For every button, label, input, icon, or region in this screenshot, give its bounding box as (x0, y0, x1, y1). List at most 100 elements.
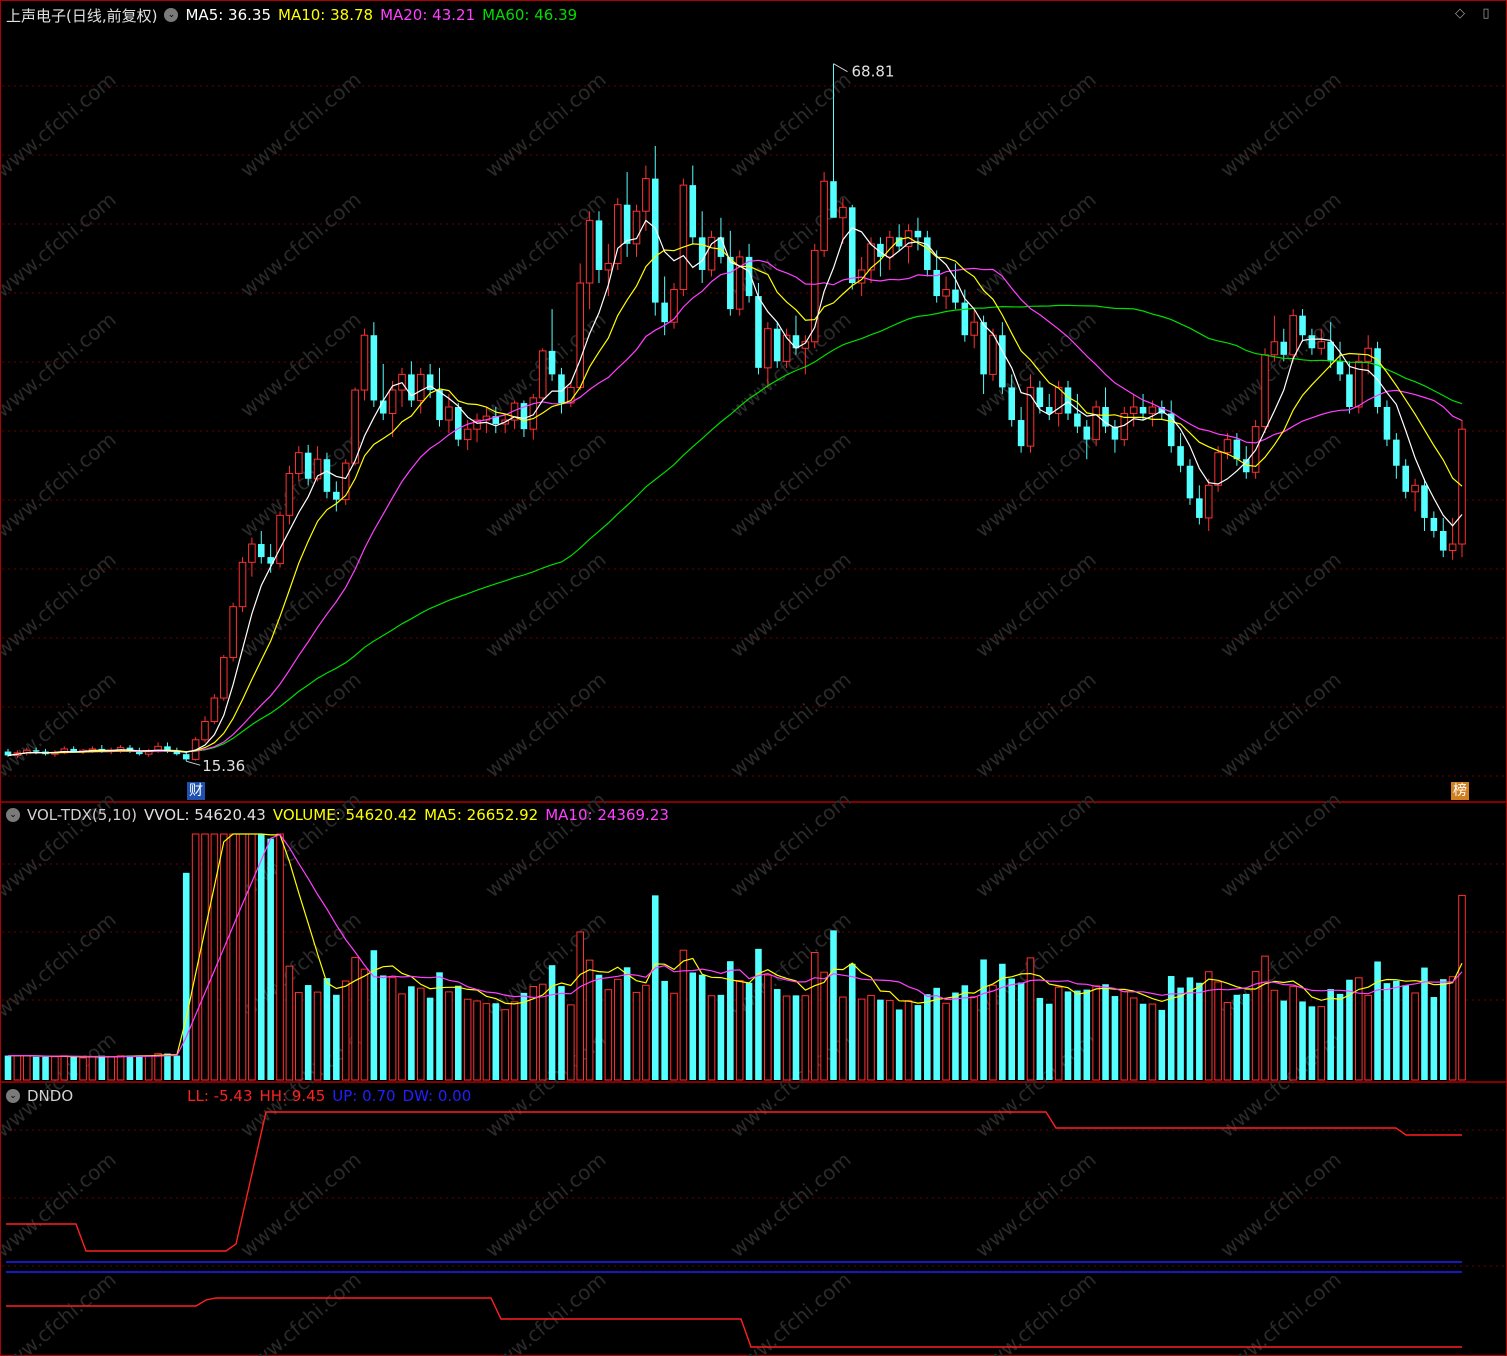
candle-body (595, 220, 603, 270)
candle (248, 537, 256, 577)
candle-body (323, 459, 331, 492)
volume-bar (463, 998, 472, 1081)
ma10-value: MA10: 38.78 (278, 6, 374, 24)
volume-bar (885, 999, 894, 1081)
maximize-icon[interactable]: ▯ (1478, 6, 1494, 22)
watermark-text: www.cfchi.com (725, 1147, 855, 1262)
candle-body (727, 256, 734, 310)
volume-bar (79, 1057, 87, 1081)
volume-bar (642, 984, 650, 1081)
candle (848, 204, 856, 290)
volume-settings-icon[interactable]: ⌄ (6, 808, 20, 822)
candle-body (538, 350, 547, 399)
volume-bar (229, 833, 237, 1081)
ranking-badge[interactable]: 榜 (1451, 782, 1469, 800)
vol-ma5-value: MA5: 26652.92 (424, 806, 539, 824)
candle-body (1036, 387, 1044, 407)
candle-body (1383, 407, 1391, 440)
candle (914, 217, 922, 251)
volume-bar (88, 1056, 97, 1081)
volume-bar (1214, 981, 1222, 1081)
candle (904, 224, 913, 264)
volume-bar (595, 974, 603, 1080)
chart-canvas[interactable]: www.cfchi.com www.cfchi.com www.cfchi.com w… (0, 0, 1507, 1356)
volume-bar (416, 987, 425, 1081)
volume-bar (567, 1004, 575, 1081)
vol-ma10-value: MA10: 24369.23 (545, 806, 669, 824)
candle (1261, 348, 1269, 434)
volume-bar (1008, 978, 1016, 1080)
watermark-text: www.cfchi.com (970, 187, 1100, 302)
candle-body (32, 750, 40, 752)
volume-bar (201, 833, 209, 1081)
candle-body (529, 397, 538, 430)
volume-bar (154, 1053, 162, 1081)
candle-body (1083, 426, 1091, 440)
candle-body (970, 321, 978, 336)
volume-bar (745, 982, 753, 1080)
volume-bar (295, 992, 303, 1081)
volume-bar (1402, 985, 1409, 1080)
volume-bar (1270, 989, 1279, 1081)
diamond-icon[interactable]: ◇ (1452, 6, 1468, 22)
candle-body (604, 262, 613, 271)
volume-bar (1336, 993, 1344, 1080)
candle-body (1196, 498, 1203, 518)
candle (604, 243, 613, 297)
volume-bar (408, 986, 415, 1080)
candle-body (1439, 530, 1447, 551)
candle-body (755, 296, 762, 368)
volume-bar (632, 991, 641, 1081)
volume-bar (782, 995, 791, 1081)
volume-bar (1054, 986, 1063, 1081)
settings-circle-icon[interactable]: ⌄ (164, 8, 179, 22)
candle-body (182, 754, 190, 760)
volume-bar (661, 980, 668, 1080)
candle (210, 694, 219, 725)
candle-body (1261, 354, 1269, 428)
volume-legend: ⌄ VOL-TDX(5,10) VVOL: 54620.43 VOLUME: 5… (6, 804, 676, 826)
candle (360, 328, 369, 401)
volume-bar (1036, 997, 1044, 1080)
candle-body (1421, 485, 1428, 518)
volume-bar (454, 985, 462, 1080)
watermark-text: www.cfchi.com (0, 547, 121, 662)
candle-body (1008, 387, 1016, 421)
candle (735, 250, 744, 316)
candle-body (661, 302, 668, 323)
volume-bar (548, 965, 556, 1080)
volume-bar (70, 1056, 77, 1080)
candle (1411, 478, 1419, 512)
volume-bar (257, 834, 265, 1080)
candle (538, 348, 547, 401)
candle-body (445, 406, 453, 421)
volume-bar (942, 1002, 950, 1081)
candle (1393, 433, 1400, 479)
candle (1439, 517, 1447, 558)
candle (473, 413, 481, 443)
candle-body (408, 374, 415, 401)
candle-body (1233, 439, 1241, 460)
candle (924, 230, 931, 277)
up-value: UP: 0.70 (332, 1087, 396, 1105)
candle-body (1177, 446, 1184, 466)
watermark-text: www.cfchi.com (235, 1147, 365, 1262)
vvol-value: VVOL: 54620.43 (144, 806, 266, 824)
candle-body (999, 335, 1006, 388)
volume-bar (1120, 990, 1129, 1081)
financial-report-badge[interactable]: 财 (187, 782, 205, 800)
volume-bar (1308, 1006, 1316, 1080)
indicator-name[interactable]: DNDO (27, 1087, 73, 1105)
indicator-settings-icon[interactable]: ⌄ (6, 1089, 20, 1103)
volume-bar (1364, 994, 1372, 1081)
watermark-text: www.cfchi.com (480, 1267, 610, 1356)
volume-indicator-name[interactable]: VOL-TDX(5,10) (27, 806, 137, 824)
watermark-text: www.cfchi.com (1215, 67, 1345, 182)
watermark-text: www.cfchi.com (0, 307, 121, 422)
candle-body (238, 561, 247, 608)
candle-body (689, 185, 697, 238)
candle (1383, 400, 1391, 447)
candle (1167, 400, 1175, 453)
candle (276, 511, 284, 568)
stock-title[interactable]: 上声电子(日线,前复权) (6, 5, 157, 26)
